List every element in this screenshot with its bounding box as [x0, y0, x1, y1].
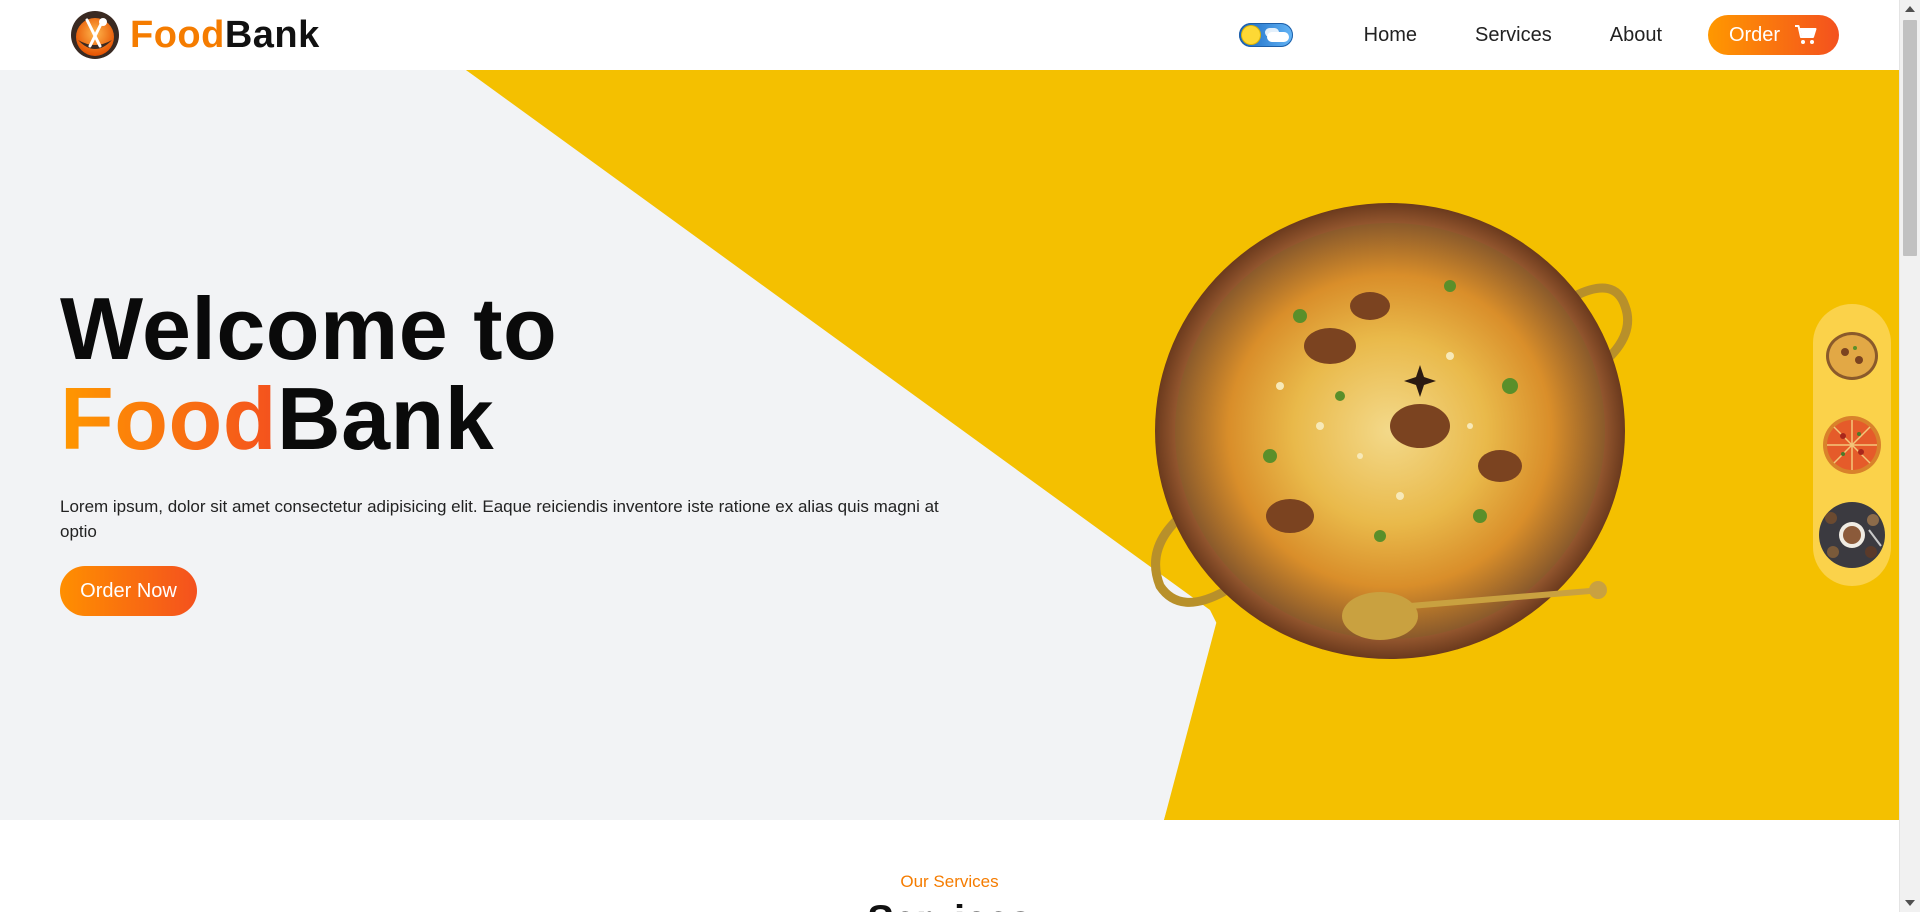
- brand-name-bank: Bank: [224, 13, 320, 56]
- nav-link-home[interactable]: Home: [1364, 24, 1417, 47]
- scroll-up-arrow-icon[interactable]: [1905, 6, 1915, 12]
- navbar: FoodBank Home Services About Order: [0, 0, 1899, 70]
- nav-menu: Home Services About Order: [1238, 15, 1839, 55]
- services-section: Our Services Services: [0, 872, 1899, 912]
- biryani-dish-image: [1151, 203, 1633, 659]
- hero-title-food: Food: [60, 369, 278, 468]
- order-now-button[interactable]: Order Now: [60, 566, 197, 616]
- scroll-down-arrow-icon[interactable]: [1905, 900, 1915, 906]
- hero-title-line1: Welcome to: [60, 279, 558, 378]
- hero-section: Welcome to FoodBank Lorem ipsum, dolor s…: [0, 70, 1899, 820]
- services-title: Services: [0, 898, 1899, 912]
- hero-title-bank: Bank: [277, 369, 495, 468]
- brand[interactable]: FoodBank: [70, 10, 320, 60]
- order-button-label: Order: [1728, 23, 1781, 46]
- pizza-thumb-icon: [1819, 412, 1885, 478]
- brand-name: FoodBank: [130, 14, 320, 57]
- theme-toggle[interactable]: [1238, 23, 1293, 47]
- nav-link-about[interactable]: About: [1610, 24, 1662, 47]
- scroll-thumb[interactable]: [1903, 20, 1917, 256]
- hero-description: Lorem ipsum, dolor sit amet consectetur …: [60, 497, 939, 541]
- sun-icon: [1241, 26, 1260, 44]
- biryani-thumb-icon: [1819, 322, 1885, 388]
- order-button[interactable]: Order: [1708, 15, 1839, 55]
- hero-content: Welcome to FoodBank Lorem ipsum, dolor s…: [60, 284, 960, 616]
- logo-icon: [71, 11, 119, 59]
- page-scrollbar[interactable]: [1899, 0, 1920, 912]
- dish-thumb-biryani[interactable]: [1819, 322, 1885, 388]
- brand-name-food: Food: [130, 13, 225, 56]
- coffee-thumb-icon: [1819, 502, 1885, 568]
- page: FoodBank Home Services About Order Welco…: [0, 0, 1920, 912]
- dish-selector: [1813, 304, 1891, 586]
- dish-thumb-pizza[interactable]: [1819, 412, 1885, 478]
- hero-title: Welcome to FoodBank: [60, 284, 960, 464]
- nav-link-services[interactable]: Services: [1475, 24, 1552, 47]
- services-subtitle: Our Services: [900, 872, 999, 891]
- cart-icon: [1795, 25, 1817, 44]
- dish-thumb-coffee[interactable]: [1819, 502, 1885, 568]
- cloud-icon: [1266, 32, 1289, 42]
